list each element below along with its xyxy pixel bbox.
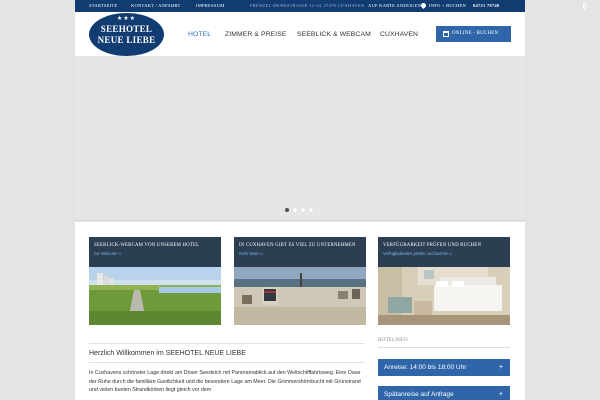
- teaser-webcam-link[interactable]: zur Webcam »: [94, 251, 216, 256]
- info-item-arrival[interactable]: Anreise: 14:00 bis 18:00 Uhr +: [378, 359, 510, 376]
- top-bar: STARTSEITE KONTAKT / ANFAHRT IMPRESSUM F…: [75, 0, 586, 12]
- topbar-address: FRENZEL-DENKSTRASSE 12-14, 27476 CUXHAVE…: [250, 3, 365, 8]
- hotelinfo-title: HOTELINFO: [378, 338, 408, 343]
- nav-item-hotel[interactable]: HOTEL: [188, 31, 211, 38]
- nav-item-zimmer-preise[interactable]: ZIMMER & PREISE: [225, 31, 287, 38]
- info-item-late-arrival[interactable]: Spätanreise auf Anfrage +: [378, 386, 510, 400]
- welcome-heading: Herzlich Willkommen im SEEHOTEL NEUE LIE…: [89, 350, 246, 357]
- teaser-cuxhaven-title: IN CUXHAVEN GIBT ES VIEL ZU UNTERNEHMEN: [239, 243, 356, 248]
- teaser-webcam-header: SEEBLICK-WEBCAM VON UNSEREM HOTEL zur We…: [89, 237, 221, 267]
- online-booking-label: ONLINE - BUCHEN: [452, 31, 499, 36]
- teaser-booking-title: VERFÜGBARKEIT PRÜFEN UND BUCHEN: [383, 243, 482, 248]
- slider-dot-3[interactable]: [301, 208, 305, 212]
- logo-line2: NEUE LIEBE: [97, 34, 156, 45]
- teaser-webcam[interactable]: SEEBLICK-WEBCAM VON UNSEREM HOTEL zur We…: [89, 237, 221, 325]
- topbar-map-link[interactable]: AUF KARTE ANZEIGEN: [368, 0, 421, 12]
- topbar-link-contact[interactable]: KONTAKT / ANFAHRT: [131, 0, 181, 12]
- info-item-arrival-label: Anreise: 14:00 bis 18:00 Uhr: [384, 364, 467, 371]
- topbar-info-link[interactable]: INFO + BUCHEN: [429, 0, 466, 12]
- divider: [89, 343, 365, 344]
- slider-dot-4[interactable]: [309, 208, 313, 212]
- main-content: SEEBLICK-WEBCAM VON UNSEREM HOTEL zur We…: [75, 222, 525, 400]
- teaser-cuxhaven-link[interactable]: mehr lesen »: [239, 251, 361, 256]
- teaser-booking-header: VERFÜGBARKEIT PRÜFEN UND BUCHEN Verfügba…: [378, 237, 510, 267]
- calendar-icon: [443, 31, 449, 37]
- webcam-photo: [89, 267, 221, 325]
- online-booking-button[interactable]: ONLINE - BUCHEN: [436, 26, 511, 42]
- teaser-cuxhaven[interactable]: IN CUXHAVEN GIBT ES VIEL ZU UNTERNEHMEN …: [234, 237, 366, 325]
- logo-stars: ★★★: [116, 15, 137, 22]
- hero-slider: [75, 56, 525, 221]
- teaser-booking[interactable]: VERFÜGBARKEIT PRÜFEN UND BUCHEN Verfügba…: [378, 237, 510, 325]
- topbar-link-start[interactable]: STARTSEITE: [89, 0, 117, 12]
- map-pin-icon: [419, 1, 428, 9]
- slider-dot-2[interactable]: [293, 208, 297, 212]
- mobile-phone-icon: [583, 3, 586, 9]
- teaser-booking-link[interactable]: Verfügbarkeiten prüfen und buchen »: [383, 251, 505, 256]
- teaser-webcam-title: SEEBLICK-WEBCAM VON UNSEREM HOTEL: [94, 243, 200, 248]
- topbar-phone[interactable]: 04721 79740: [473, 0, 499, 12]
- teaser-cuxhaven-header: IN CUXHAVEN GIBT ES VIEL ZU UNTERNEHMEN …: [234, 237, 366, 267]
- info-item-late-arrival-label: Spätanreise auf Anfrage: [384, 391, 454, 398]
- logo-line1: SEEHOTEL: [100, 23, 153, 34]
- beach-photo: [234, 267, 366, 325]
- nav-item-cuxhaven[interactable]: CUXHAVEN: [380, 31, 418, 38]
- nav-item-seeblick-webcam[interactable]: SEEBLICK & WEBCAM: [297, 31, 371, 38]
- slider-dot-1[interactable]: [285, 208, 289, 212]
- divider: [89, 362, 365, 363]
- hotel-room-photo: [378, 267, 510, 325]
- divider: [378, 347, 510, 348]
- topbar-link-impressum[interactable]: IMPRESSUM: [196, 0, 224, 12]
- plus-icon: +: [498, 364, 503, 371]
- header: ★★★ SEEHOTEL NEUE LIEBE HOTEL ZIMMER & P…: [75, 12, 525, 56]
- plus-icon: +: [498, 391, 503, 398]
- welcome-text: In Cuxhavens schönster Lage direkt am Dö…: [89, 370, 361, 393]
- hotel-logo[interactable]: ★★★ SEEHOTEL NEUE LIEBE: [89, 12, 164, 56]
